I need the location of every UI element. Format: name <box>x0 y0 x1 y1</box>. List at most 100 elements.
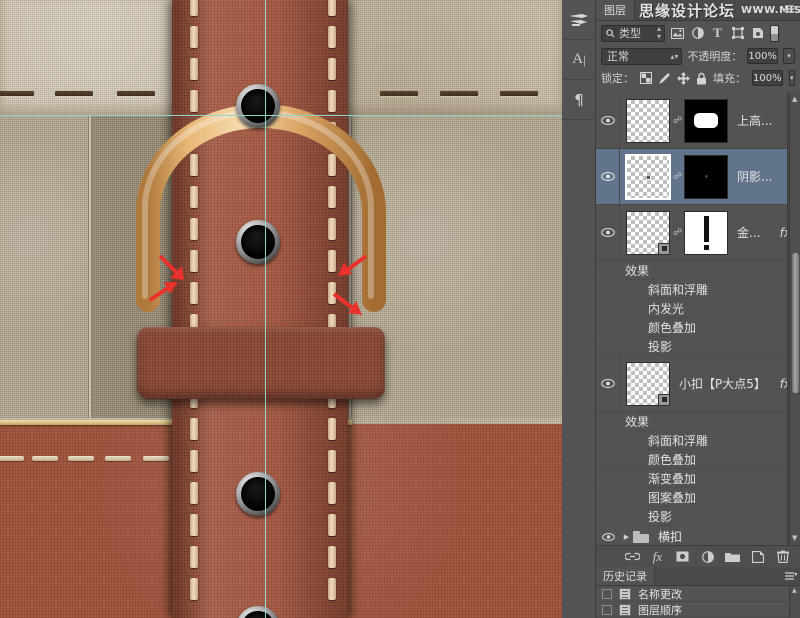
scroll-up-arrow-icon[interactable]: ▲ <box>792 588 797 594</box>
layer-thumbnail[interactable] <box>626 210 670 255</box>
mask-link-icon[interactable]: ☍ <box>673 228 682 238</box>
tab-layers[interactable]: 图层 <box>596 0 635 20</box>
layers-list[interactable]: ☍ 上高... ☍ 阴影... ☍ 金... fx 效果 斜面和浮雕 内发光 颜… <box>596 93 800 545</box>
layer-filter-row[interactable]: 类型 ▴ ▾ T <box>596 21 800 45</box>
blend-mode-select[interactable]: 正常 ▴▾ <box>601 47 683 65</box>
eye-icon[interactable] <box>596 513 643 520</box>
list-item[interactable]: 效果 <box>596 412 800 431</box>
history-panel-menu-icon[interactable] <box>785 572 797 582</box>
table-row[interactable]: 小扣【P大点5】 fx <box>596 356 800 412</box>
layer-thumbnails[interactable] <box>620 361 670 406</box>
lock-position-icon[interactable] <box>677 71 690 85</box>
blend-mode-row[interactable]: 正常 ▴▾ 不透明度： 100% ▾ <box>596 45 800 67</box>
fill-dropdown-icon[interactable]: ▾ <box>788 70 795 86</box>
adjustment-layer-filter-icon[interactable] <box>690 25 705 41</box>
new-adjustment-layer-icon[interactable] <box>700 549 715 564</box>
eye-icon[interactable] <box>596 456 643 463</box>
eye-icon[interactable] <box>596 149 620 204</box>
layer-mask-thumbnail[interactable] <box>684 98 728 143</box>
list-item[interactable]: 图层顺序 <box>596 602 800 618</box>
eye-icon[interactable] <box>596 93 620 148</box>
layers-panel-scrollbar-thumb[interactable] <box>792 253 799 393</box>
opacity-dropdown-icon[interactable]: ▾ <box>782 48 795 64</box>
lock-image-pixels-icon[interactable] <box>658 71 671 85</box>
table-row[interactable]: ☍ 上高... <box>596 93 800 149</box>
lock-transparent-pixels-icon[interactable] <box>640 71 652 85</box>
layer-style-fx-icon[interactable]: fx <box>650 549 665 564</box>
mask-link-icon[interactable]: ☍ <box>673 116 682 126</box>
layer-mask-thumbnail[interactable] <box>684 210 728 255</box>
layers-panel-tabbar[interactable]: 图层 思缘设计论坛 WWW.MISSYUAN.COM <box>596 0 800 21</box>
layer-thumbnails[interactable]: ☍ <box>620 210 728 255</box>
list-item[interactable]: 颜色叠加 <box>596 450 800 469</box>
mask-link-icon[interactable]: ☍ <box>673 172 682 182</box>
list-item[interactable]: 效果 <box>596 261 800 280</box>
smart-object-filter-icon[interactable] <box>750 25 765 41</box>
list-item[interactable]: 投影 <box>596 337 800 356</box>
list-item[interactable]: 投影 <box>596 507 800 526</box>
eye-icon[interactable] <box>596 286 643 293</box>
panel-menu-icon[interactable] <box>785 5 797 15</box>
layer-thumbnail[interactable] <box>625 153 671 200</box>
list-item[interactable]: 渐变叠加 <box>596 469 800 488</box>
lock-row[interactable]: 锁定： 填充： 100% ▾ <box>596 67 800 89</box>
character-panel-icon[interactable]: A | <box>562 40 596 80</box>
history-snapshot-checkbox[interactable] <box>602 604 612 615</box>
tab-history[interactable]: 历史记录 <box>596 567 655 585</box>
layer-name[interactable]: 金... <box>728 224 780 241</box>
layer-mask-thumbnail[interactable] <box>684 154 728 199</box>
eye-icon[interactable] <box>596 526 620 546</box>
table-row[interactable]: ☍ 阴影... <box>596 149 800 205</box>
panel-dock-strip[interactable]: A | ¶ <box>562 0 596 618</box>
scroll-up-arrow-icon[interactable]: ▲ <box>792 96 797 103</box>
eye-icon[interactable] <box>596 437 643 444</box>
list-item[interactable]: 颜色叠加 <box>596 318 800 337</box>
lock-all-icon[interactable] <box>696 71 707 85</box>
eye-icon[interactable] <box>596 475 643 482</box>
type-layer-filter-icon[interactable]: T <box>710 25 725 41</box>
list-item[interactable]: 内发光 <box>596 299 800 318</box>
layer-thumbnail[interactable] <box>626 98 670 143</box>
link-layers-icon[interactable] <box>625 549 640 564</box>
history-panel-tabbar[interactable]: 历史记录 <box>596 567 800 586</box>
table-row[interactable]: ▶ 横扣 <box>596 526 800 545</box>
list-item[interactable]: 斜面和浮雕 <box>596 280 800 299</box>
layer-thumbnails[interactable]: ☍ <box>620 153 728 200</box>
list-item[interactable]: 图案叠加 <box>596 488 800 507</box>
add-layer-mask-icon[interactable] <box>675 549 690 564</box>
history-snapshot-checkbox[interactable] <box>602 588 612 599</box>
opacity-input[interactable]: 100% <box>747 48 778 64</box>
paragraph-panel-icon[interactable]: ¶ <box>562 80 596 120</box>
layers-panel-scrollbar-track[interactable]: ▲ ▼ <box>789 93 800 545</box>
layer-thumbnails[interactable]: ☍ <box>620 98 728 143</box>
document-canvas[interactable] <box>0 0 562 618</box>
eye-icon[interactable] <box>596 267 620 274</box>
new-layer-icon[interactable] <box>750 549 765 564</box>
eye-icon[interactable] <box>596 494 643 501</box>
list-item[interactable]: 名称更改 <box>596 586 800 602</box>
eye-icon[interactable] <box>596 343 643 350</box>
scroll-down-arrow-icon[interactable]: ▼ <box>792 535 797 542</box>
delete-layer-icon[interactable] <box>775 549 790 564</box>
mask-shape <box>694 113 718 128</box>
eye-icon[interactable] <box>596 305 643 312</box>
layers-bottom-toolbar[interactable]: fx <box>596 545 800 567</box>
table-row[interactable]: ☍ 金... fx <box>596 205 800 261</box>
layer-name[interactable]: 小扣【P大点5】 <box>670 375 780 392</box>
eye-icon[interactable] <box>596 324 643 331</box>
brush-preset-icon[interactable] <box>562 0 596 40</box>
new-group-icon[interactable] <box>725 549 740 564</box>
pixel-layer-filter-icon[interactable] <box>670 25 685 41</box>
group-name[interactable]: 横扣 <box>651 528 682 545</box>
layer-thumbnail[interactable] <box>626 361 670 406</box>
fill-input[interactable]: 100% <box>752 70 783 86</box>
eye-icon[interactable] <box>596 205 620 260</box>
shape-layer-filter-icon[interactable] <box>730 25 745 41</box>
filter-enable-toggle[interactable] <box>770 24 779 42</box>
list-item[interactable]: 斜面和浮雕 <box>596 431 800 450</box>
chevron-right-icon[interactable]: ▶ <box>620 533 633 541</box>
eye-icon[interactable] <box>596 356 620 411</box>
eye-icon[interactable] <box>596 418 620 425</box>
filter-type-select[interactable]: 类型 ▴ ▾ <box>601 24 665 42</box>
history-scrollbar-track[interactable]: ▲ <box>789 586 800 618</box>
